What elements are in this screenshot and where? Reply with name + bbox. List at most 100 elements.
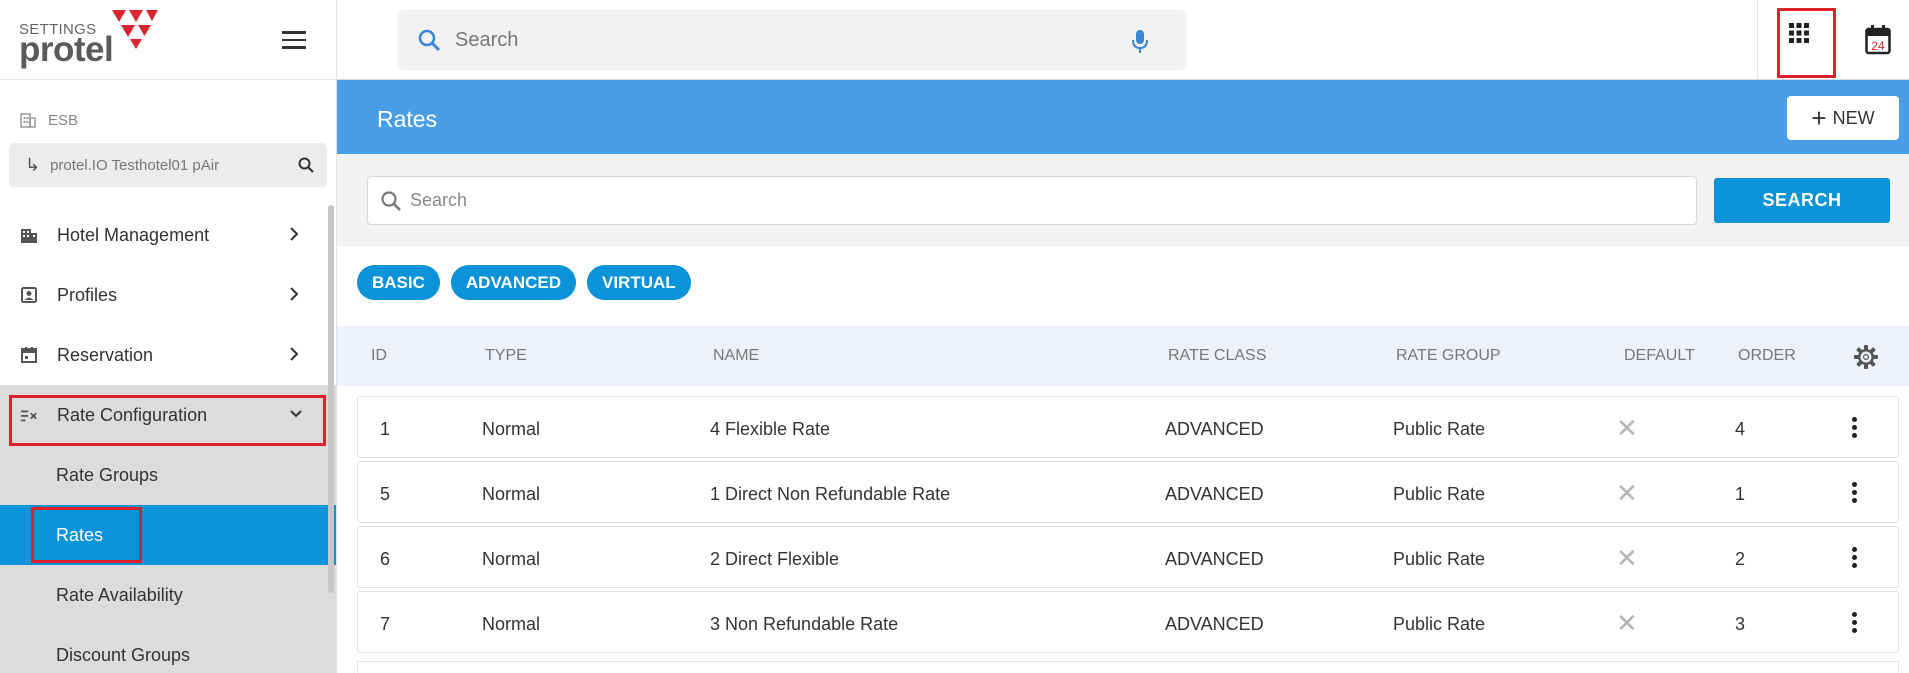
sidebar-item-label: Profiles xyxy=(57,284,118,305)
subdirectory-arrow-icon: ↳ xyxy=(25,154,41,175)
chip-advanced[interactable]: ADVANCED xyxy=(450,265,576,300)
cell-rate-class: ADVANCED xyxy=(1165,614,1264,634)
cell-type: Normal xyxy=(482,549,541,569)
sidebar: SETTINGS protel ESB ↳ protel.IO Testhote… xyxy=(0,0,337,673)
sidebar-item-discount-groups[interactable]: Discount Groups xyxy=(0,625,336,673)
table-row[interactable] xyxy=(357,661,1899,673)
protel-logo-icon xyxy=(112,10,158,49)
chevron-right-icon xyxy=(290,287,299,301)
sidebar-scrollbar[interactable] xyxy=(328,205,334,593)
brand-header: SETTINGS protel xyxy=(0,0,336,80)
sidebar-item-hotel-management[interactable]: Hotel Management xyxy=(0,205,336,265)
apps-grid-icon[interactable] xyxy=(1786,20,1812,46)
chip-basic[interactable]: BASIC xyxy=(357,265,440,300)
search-icon xyxy=(418,29,441,52)
new-rate-button[interactable]: + NEW xyxy=(1787,96,1899,140)
org-selector: ESB xyxy=(20,110,78,130)
not-default-x-icon: ✕ xyxy=(1616,413,1638,443)
cell-rate-group: Public Rate xyxy=(1393,419,1486,439)
org-label: ESB xyxy=(48,111,79,129)
row-more-options-icon[interactable] xyxy=(1852,417,1858,441)
not-default-x-icon: ✕ xyxy=(1616,608,1638,638)
cell-name: 4 Flexible Rate xyxy=(710,419,831,439)
table-row[interactable]: 1 Normal 4 Flexible Rate ADVANCED Public… xyxy=(357,396,1899,458)
profile-badge-icon xyxy=(21,287,37,303)
column-header-id[interactable]: ID xyxy=(371,347,387,365)
sidebar-item-label: Rate Configuration xyxy=(57,404,208,425)
column-header-name[interactable]: NAME xyxy=(713,347,759,365)
calendar-button[interactable]: 24 xyxy=(1865,25,1891,60)
cell-rate-class: ADVANCED xyxy=(1165,549,1264,569)
rate-class-chips: BASIC ADVANCED VIRTUAL xyxy=(357,265,702,300)
microphone-icon[interactable] xyxy=(1131,29,1149,55)
hotel-label: protel.IO Testhotel01 pAir xyxy=(50,156,220,174)
cell-rate-group: Public Rate xyxy=(1393,614,1486,634)
gear-icon[interactable] xyxy=(1853,344,1879,370)
rate-config-icon xyxy=(20,410,37,422)
rate-search-field xyxy=(367,176,1697,225)
cell-type: Normal xyxy=(482,484,541,504)
not-default-x-icon: ✕ xyxy=(1616,543,1638,573)
cell-name: 2 Direct Flexible xyxy=(710,549,840,569)
column-header-type[interactable]: TYPE xyxy=(485,347,527,365)
topbar-divider xyxy=(1757,0,1758,80)
table-row[interactable]: 5 Normal 1 Direct Non Refundable Rate AD… xyxy=(357,461,1899,523)
menu-toggle-button[interactable] xyxy=(282,31,306,51)
table-header: ID TYPE NAME RATE CLASS RATE GROUP DEFAU… xyxy=(337,326,1909,386)
column-header-default[interactable]: DEFAULT xyxy=(1624,347,1695,365)
search-button[interactable]: SEARCH xyxy=(1714,178,1890,223)
sidebar-nav: Hotel Management Profiles Reservation Ra… xyxy=(0,205,336,673)
table-row[interactable]: 7 Normal 3 Non Refundable Rate ADVANCED … xyxy=(357,591,1899,653)
sidebar-item-rate-availability[interactable]: Rate Availability xyxy=(0,565,336,625)
global-search xyxy=(397,10,1187,70)
global-search-input[interactable] xyxy=(455,28,1095,52)
cell-id: 6 xyxy=(380,549,391,569)
top-bar: 24 xyxy=(337,0,1909,80)
chevron-right-icon xyxy=(290,227,299,241)
row-more-options-icon[interactable] xyxy=(1852,547,1858,571)
cell-order: 3 xyxy=(1735,614,1746,634)
calendar-day-text: 24 xyxy=(1871,39,1885,53)
rate-search-input[interactable] xyxy=(410,190,1610,211)
table-row[interactable]: 6 Normal 2 Direct Flexible ADVANCED Publ… xyxy=(357,526,1899,588)
sidebar-item-rate-configuration[interactable]: Rate Configuration xyxy=(0,385,336,445)
building-icon xyxy=(20,113,36,128)
rate-configuration-submenu: Rate Groups Rates Rate Availability Disc… xyxy=(0,445,336,673)
page-header: Rates + NEW xyxy=(337,80,1909,154)
column-header-order[interactable]: ORDER xyxy=(1738,347,1796,365)
calendar-day-icon: 24 xyxy=(1865,25,1891,55)
hotel-selector[interactable]: ↳ protel.IO Testhotel01 pAir xyxy=(9,143,327,187)
calendar-icon xyxy=(21,347,37,363)
search-icon[interactable] xyxy=(297,156,315,174)
row-more-options-icon[interactable] xyxy=(1852,482,1858,506)
cell-rate-group: Public Rate xyxy=(1393,484,1486,504)
page-title: Rates xyxy=(377,106,438,132)
sidebar-item-label: Hotel Management xyxy=(57,224,210,245)
cell-type: Normal xyxy=(482,419,541,439)
cell-name: 1 Direct Non Refundable Rate xyxy=(710,484,951,504)
plus-icon: + xyxy=(1811,103,1827,133)
sidebar-item-profiles[interactable]: Profiles xyxy=(0,265,336,325)
cell-id: 7 xyxy=(380,614,391,634)
column-header-rate-group[interactable]: RATE GROUP xyxy=(1396,347,1501,365)
sidebar-item-label: Reservation xyxy=(57,344,154,365)
new-button-label: NEW xyxy=(1832,107,1875,128)
cell-rate-class: ADVANCED xyxy=(1165,419,1264,439)
cell-type: Normal xyxy=(482,614,541,634)
column-header-rate-class[interactable]: RATE CLASS xyxy=(1168,347,1266,365)
cell-rate-class: ADVANCED xyxy=(1165,484,1264,504)
sidebar-item-rate-groups[interactable]: Rate Groups xyxy=(0,445,336,505)
cell-order: 4 xyxy=(1735,419,1746,439)
cell-order: 2 xyxy=(1735,549,1746,569)
cell-rate-group: Public Rate xyxy=(1393,549,1486,569)
row-more-options-icon[interactable] xyxy=(1852,612,1858,636)
chip-virtual[interactable]: VIRTUAL xyxy=(586,265,691,300)
chevron-down-icon xyxy=(290,410,302,418)
chevron-right-icon xyxy=(290,347,299,361)
sidebar-item-reservation[interactable]: Reservation xyxy=(0,325,336,385)
cell-order: 1 xyxy=(1735,484,1746,504)
building-icon xyxy=(21,229,37,243)
sidebar-item-rates[interactable]: Rates xyxy=(0,505,336,565)
brand-name: protel xyxy=(19,30,114,69)
cell-id: 1 xyxy=(380,419,391,439)
